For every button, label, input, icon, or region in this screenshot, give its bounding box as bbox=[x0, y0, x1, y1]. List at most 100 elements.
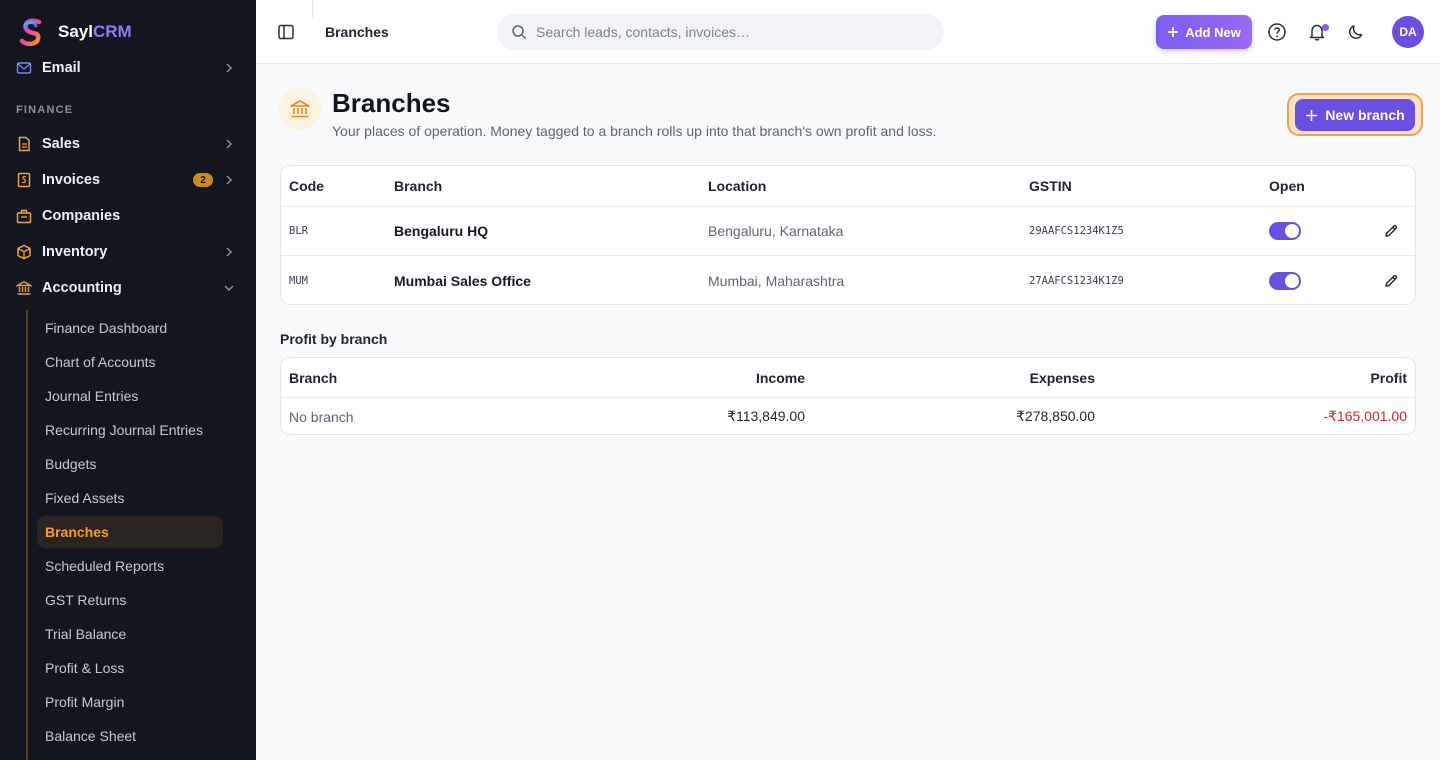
column-header-branch: Branch bbox=[394, 178, 443, 194]
edit-cell bbox=[1383, 207, 1399, 255]
sidebar-subitem-finance-dashboard[interactable]: Finance Dashboard bbox=[37, 312, 223, 344]
column-header-code: Code bbox=[289, 178, 324, 194]
profit-branch-name: No branch bbox=[289, 408, 354, 425]
sidebar-subitem-scheduled-reports[interactable]: Scheduled Reports bbox=[37, 550, 223, 582]
profit-table: Branch Income Expenses Profit No branch … bbox=[280, 357, 1416, 435]
pencil-icon[interactable] bbox=[1383, 223, 1399, 239]
file-icon bbox=[16, 136, 32, 152]
sidebar-item-invoices[interactable]: Invoices 2 bbox=[0, 162, 256, 198]
help-icon[interactable] bbox=[1267, 22, 1287, 42]
chevron-right-icon bbox=[226, 247, 233, 257]
branch-gstin: 29AAFCS1234K1Z5 bbox=[1029, 225, 1124, 237]
table-row: No branch ₹113,849.00 ₹278,850.00 -₹165,… bbox=[281, 398, 1415, 434]
plus-icon bbox=[1306, 109, 1318, 121]
open-toggle[interactable] bbox=[1269, 271, 1301, 290]
edit-cell bbox=[1383, 256, 1399, 304]
sidebar-item-label: Sales bbox=[42, 136, 80, 152]
sidebar-item-label: Inventory bbox=[42, 244, 108, 260]
branch-gstin: 27AAFCS1234K1Z9 bbox=[1029, 274, 1124, 287]
profit-by-branch-title: Profit by branch bbox=[280, 331, 388, 347]
sidebar-item-label: Accounting bbox=[42, 280, 122, 296]
chevron-right-icon bbox=[226, 175, 233, 185]
sidebar-item-email[interactable]: Email bbox=[0, 50, 256, 86]
branch-name: Bengaluru HQ bbox=[394, 223, 489, 239]
search-icon bbox=[512, 25, 527, 40]
profit-income: ₹113,849.00 bbox=[727, 408, 805, 424]
chevron-right-icon bbox=[226, 63, 233, 73]
pencil-icon[interactable] bbox=[1383, 273, 1399, 289]
page-subtitle: Your places of operation. Money tagged t… bbox=[332, 123, 937, 139]
sidebar-subitem-branches[interactable]: Branches bbox=[37, 516, 223, 548]
branch-code: MUM bbox=[289, 274, 308, 287]
column-header-open: Open bbox=[1269, 178, 1305, 194]
chevron-down-icon bbox=[224, 285, 234, 292]
topbar: Branches Add New DA bbox=[256, 0, 1440, 64]
sidebar-subitem-recurring-journal-entries[interactable]: Recurring Journal Entries bbox=[37, 414, 223, 446]
column-header-expenses: Expenses bbox=[1029, 369, 1095, 386]
sidebar-item-sales[interactable]: Sales bbox=[0, 126, 256, 162]
sidebar-subitem-budgets[interactable]: Budgets bbox=[37, 448, 223, 480]
invoices-count-badge: 2 bbox=[193, 173, 213, 187]
plus-icon bbox=[1168, 27, 1179, 37]
branch-location: Bengaluru, Karnataka bbox=[708, 223, 844, 239]
sidebar-subitem-journal-entries[interactable]: Journal Entries bbox=[37, 380, 223, 412]
profit-value: -₹165,001.00 bbox=[1323, 408, 1407, 424]
profit-expenses: ₹278,850.00 bbox=[1016, 408, 1095, 424]
sidebar-subitem-chart-of-accounts[interactable]: Chart of Accounts bbox=[37, 346, 223, 378]
new-branch-button[interactable]: New branch bbox=[1295, 99, 1415, 131]
new-branch-label: New branch bbox=[1325, 107, 1405, 123]
open-toggle[interactable] bbox=[1269, 222, 1301, 240]
open-toggle-cell bbox=[1269, 256, 1301, 304]
branch-location: Mumbai, Maharashtra bbox=[708, 272, 845, 289]
invoice-icon bbox=[16, 172, 32, 188]
sidebar-subitem-gst-returns[interactable]: GST Returns bbox=[37, 584, 223, 616]
sidebar-subitem-profit-margin[interactable]: Profit Margin bbox=[37, 686, 223, 718]
bank-icon bbox=[16, 280, 32, 296]
moon-icon[interactable] bbox=[1346, 22, 1366, 42]
open-toggle-cell bbox=[1269, 207, 1301, 255]
brand-name: SaylCRM bbox=[58, 22, 132, 41]
sidebar-toggle-icon[interactable] bbox=[276, 22, 296, 42]
branch-code: BLR bbox=[289, 225, 308, 237]
page-title: Branches bbox=[332, 88, 451, 118]
sidebar-item-label: Invoices bbox=[42, 172, 101, 188]
column-header-location: Location bbox=[708, 178, 767, 194]
sidebar-subitem-trial-balance[interactable]: Trial Balance bbox=[37, 618, 223, 650]
topbar-divider bbox=[312, 0, 313, 18]
search-bar[interactable] bbox=[497, 14, 944, 50]
column-header-profit: Profit bbox=[1370, 369, 1407, 386]
table-row[interactable]: BLR Bengaluru HQ Bengaluru, Karnataka 29… bbox=[281, 207, 1415, 256]
sidebar-item-label: Email bbox=[42, 60, 81, 76]
search-input[interactable] bbox=[536, 24, 916, 40]
sidebar-subitem-profit-loss[interactable]: Profit & Loss bbox=[37, 652, 223, 684]
sidebar-subitem-fixed-assets[interactable]: Fixed Assets bbox=[37, 482, 223, 514]
building-icon bbox=[16, 208, 32, 224]
subtree-line bbox=[26, 310, 28, 760]
column-header-branch: Branch bbox=[289, 369, 338, 386]
add-new-button[interactable]: Add New bbox=[1156, 15, 1252, 49]
breadcrumb: Branches bbox=[325, 24, 389, 40]
chevron-right-icon bbox=[226, 139, 233, 149]
sidebar-item-accounting[interactable]: Accounting bbox=[0, 270, 256, 306]
notification-dot bbox=[1322, 24, 1329, 31]
avatar[interactable]: DA bbox=[1392, 16, 1424, 48]
sidebar-item-inventory[interactable]: Inventory bbox=[0, 234, 256, 270]
table-row[interactable]: MUM Mumbai Sales Office Mumbai, Maharash… bbox=[281, 256, 1415, 304]
brand[interactable]: SaylCRM bbox=[16, 14, 132, 50]
table-header-row: Branch Income Expenses Profit bbox=[281, 358, 1415, 398]
sidebar-item-label: Companies bbox=[42, 208, 121, 224]
column-header-gstin: GSTIN bbox=[1029, 178, 1072, 194]
add-new-label: Add New bbox=[1185, 24, 1241, 40]
mail-icon bbox=[16, 60, 32, 76]
column-header-income: Income bbox=[755, 369, 805, 386]
box-icon bbox=[16, 244, 32, 260]
table-header-row: Code Branch Location GSTIN Open bbox=[281, 166, 1415, 207]
brand-logo-icon bbox=[19, 18, 42, 46]
sidebar-subitem-balance-sheet[interactable]: Balance Sheet bbox=[37, 720, 223, 752]
sidebar-item-companies[interactable]: Companies bbox=[0, 198, 256, 234]
page-bank-icon bbox=[279, 88, 321, 130]
branches-table: Code Branch Location GSTIN Open BLR Beng… bbox=[280, 165, 1416, 305]
sidebar: SaylCRM Email FINANCE Sales Invoices 2 C… bbox=[0, 0, 256, 760]
branch-name: Mumbai Sales Office bbox=[394, 272, 531, 289]
section-label-finance: FINANCE bbox=[16, 104, 74, 116]
